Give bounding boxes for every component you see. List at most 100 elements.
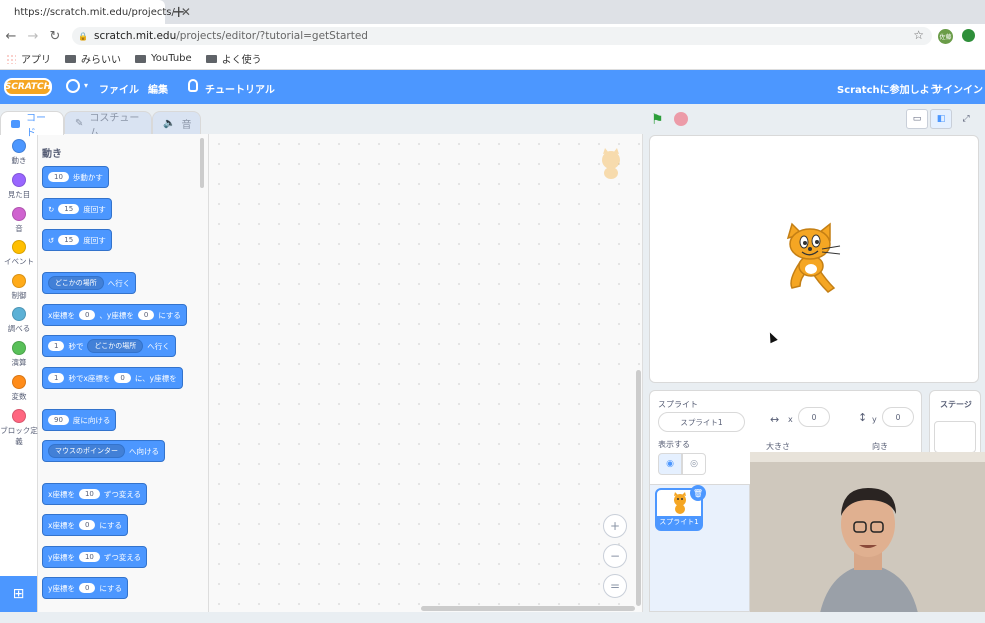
cat-sprite[interactable] bbox=[778, 222, 848, 294]
sprite-watermark-icon bbox=[602, 148, 620, 179]
tab-costumes[interactable]: ✎ コスチューム bbox=[64, 111, 152, 139]
block-turn-right[interactable]: ↻ 15 度回す bbox=[42, 198, 112, 220]
palette-heading: 動き bbox=[42, 149, 62, 160]
x-position-field[interactable]: 0 bbox=[798, 407, 830, 427]
category-operators[interactable]: 演算 bbox=[0, 341, 38, 368]
sensing-dot-icon bbox=[12, 307, 26, 321]
normal-stage-button[interactable]: ◧ bbox=[930, 109, 952, 129]
variables-dot-icon bbox=[12, 375, 26, 389]
y-position-field[interactable]: 0 bbox=[882, 407, 914, 427]
extension-icon[interactable] bbox=[962, 29, 975, 42]
chevron-down-icon: ▾ bbox=[84, 81, 89, 90]
profile-avatar[interactable]: 佐藤 bbox=[938, 29, 953, 44]
delete-sprite-button[interactable]: 🗑 bbox=[690, 485, 706, 501]
browser-tab-bar: https://scratch.mit.edu/projects/ ✕ + bbox=[0, 0, 985, 24]
language-globe-icon[interactable] bbox=[66, 79, 80, 93]
sprite-thumb-label: スプライト1 bbox=[657, 516, 701, 529]
category-menu: 動き 見た目 音 イベント 制御 調べる 演算 変数 ブロック定義 bbox=[0, 134, 38, 612]
browser-tab[interactable]: https://scratch.mit.edu/projects/ ✕ bbox=[0, 0, 191, 24]
palette-scrollbar[interactable] bbox=[200, 138, 204, 188]
control-dot-icon bbox=[12, 274, 26, 288]
folder-icon bbox=[65, 54, 76, 63]
block-change-y[interactable]: y座標を 10 ずつ変える bbox=[42, 546, 148, 568]
apps-grid-icon bbox=[6, 53, 16, 64]
script-area-hscrollbar[interactable] bbox=[421, 606, 635, 611]
bookmark-folder[interactable]: みらいい bbox=[65, 51, 121, 66]
show-label: 表示する bbox=[658, 440, 690, 449]
block-glide-to-xy[interactable]: 1 秒でx座標を 0 に、y座標を bbox=[42, 367, 183, 389]
category-control[interactable]: 制御 bbox=[0, 274, 38, 301]
bookmark-star-icon[interactable]: ☆ bbox=[913, 28, 924, 42]
back-icon[interactable]: ← bbox=[0, 29, 22, 44]
address-bar-row: ← → ↻ 🔒 scratch.mit.edu/projects/editor/… bbox=[0, 24, 985, 48]
small-stage-button[interactable]: ▭ bbox=[906, 109, 928, 129]
stage-thumbnail[interactable] bbox=[934, 421, 976, 453]
category-events[interactable]: イベント bbox=[0, 240, 38, 267]
zoom-reset-button[interactable]: = bbox=[603, 574, 627, 598]
operators-dot-icon bbox=[12, 341, 26, 355]
show-sprite-button[interactable]: ◉ bbox=[658, 453, 682, 475]
script-area[interactable] bbox=[209, 134, 643, 612]
sprite-name-field[interactable]: スプライト1 bbox=[658, 412, 745, 432]
block-move-steps[interactable]: 10 歩動かす bbox=[42, 166, 109, 188]
trash-icon: 🗑 bbox=[692, 488, 704, 498]
cat-thumb-icon bbox=[674, 492, 686, 514]
block-point-towards[interactable]: マウスのポインター へ向ける bbox=[42, 440, 165, 462]
block-set-y[interactable]: y座標を 0 にする bbox=[42, 577, 128, 599]
url-field[interactable]: 🔒 scratch.mit.edu/projects/editor/?tutor… bbox=[72, 27, 932, 45]
fullscreen-button[interactable]: ⤢ bbox=[955, 109, 977, 129]
stage-pane-title: ステージ bbox=[940, 400, 972, 409]
category-sound[interactable]: 音 bbox=[0, 207, 38, 234]
forward-icon[interactable]: → bbox=[22, 29, 44, 44]
category-sensing[interactable]: 調べる bbox=[0, 307, 38, 334]
looks-dot-icon bbox=[12, 173, 26, 187]
join-scratch-link[interactable]: Scratchに参加しよう bbox=[837, 81, 940, 96]
hide-sprite-button[interactable]: ◎ bbox=[682, 453, 706, 475]
url-path: /projects/editor/?tutorial=getStarted bbox=[176, 30, 368, 42]
stop-icon[interactable] bbox=[674, 112, 688, 126]
horizontal-arrows-icon: ↔ bbox=[770, 413, 780, 426]
url-host: scratch.mit.edu bbox=[93, 30, 177, 42]
tab-code[interactable]: コード bbox=[0, 111, 64, 139]
brush-icon: ✎ bbox=[75, 118, 84, 129]
category-my-blocks[interactable]: ブロック定義 bbox=[0, 409, 38, 447]
block-set-x[interactable]: x座標を 0 にする bbox=[42, 514, 128, 536]
fullscreen-icon: ⤢ bbox=[962, 114, 970, 124]
zoom-out-button[interactable]: − bbox=[603, 544, 627, 568]
block-turn-left[interactable]: ↺ 15 度回す bbox=[42, 229, 112, 251]
sign-in-link[interactable]: サインイン bbox=[933, 81, 983, 96]
new-tab-icon[interactable]: + bbox=[172, 2, 185, 21]
zoom-out-icon: − bbox=[609, 549, 621, 563]
sprite-label: スプライト bbox=[658, 400, 698, 409]
green-flag-icon[interactable]: ⚑ bbox=[651, 112, 664, 128]
stage-canvas[interactable] bbox=[649, 135, 979, 383]
script-area-vscrollbar[interactable] bbox=[636, 370, 641, 606]
menu-edit[interactable]: 編集 bbox=[148, 81, 168, 96]
block-go-to[interactable]: どこかの場所 へ行く bbox=[42, 272, 137, 294]
menu-file[interactable]: ファイル bbox=[99, 81, 139, 96]
add-extension-button[interactable]: ⊞ bbox=[0, 576, 37, 612]
vertical-arrows-icon: ↕ bbox=[858, 411, 868, 424]
category-variables[interactable]: 変数 bbox=[0, 375, 38, 402]
zoom-in-button[interactable]: + bbox=[603, 514, 627, 538]
lock-icon: 🔒 bbox=[78, 31, 88, 41]
scratch-logo[interactable]: SCRATCH bbox=[4, 78, 52, 96]
reload-icon[interactable]: ↻ bbox=[44, 29, 66, 44]
tab-sounds[interactable]: 🔈 音 bbox=[152, 111, 201, 135]
bookmark-folder[interactable]: YouTube bbox=[135, 53, 192, 64]
my-blocks-dot-icon bbox=[12, 409, 26, 423]
block-go-to-xy[interactable]: x座標を 0 、y座標を 0 にする bbox=[42, 304, 187, 326]
block-point-in-direction[interactable]: 90 度に向ける bbox=[42, 409, 117, 431]
category-motion[interactable]: 動き bbox=[0, 139, 38, 166]
block-glide-to[interactable]: 1 秒で どこかの場所 へ行く bbox=[42, 335, 176, 357]
block-change-x[interactable]: x座標を 10 ずつ変える bbox=[42, 483, 148, 505]
zoom-reset-icon: = bbox=[609, 579, 621, 593]
sound-dot-icon bbox=[12, 207, 26, 221]
code-icon bbox=[11, 119, 20, 128]
menu-tutorials[interactable]: チュートリアル bbox=[205, 81, 275, 96]
presenter-video-image bbox=[750, 452, 985, 613]
category-looks[interactable]: 見た目 bbox=[0, 173, 38, 200]
bookmark-folder[interactable]: よく使う bbox=[205, 51, 262, 66]
eye-off-icon: ◎ bbox=[690, 459, 698, 469]
bookmark-apps[interactable]: アプリ bbox=[6, 51, 51, 66]
